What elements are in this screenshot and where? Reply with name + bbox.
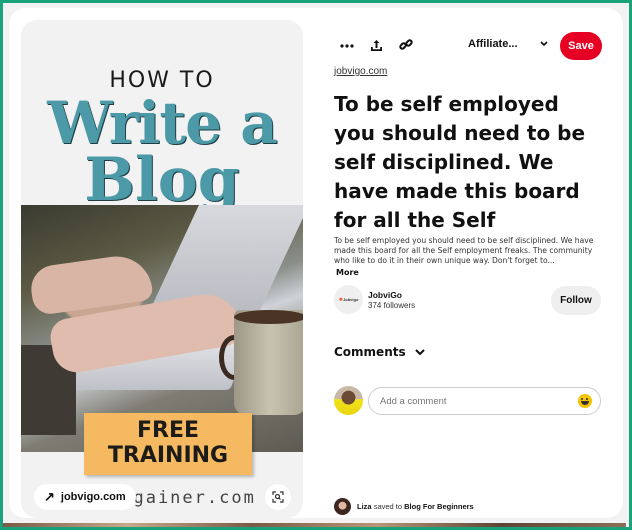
comments-heading: Comments <box>334 345 406 359</box>
chevron-down-icon <box>540 41 548 47</box>
lens-icon <box>272 491 284 503</box>
emoji-icon[interactable] <box>578 394 592 408</box>
source-link[interactable]: jobvigo.com <box>334 66 387 77</box>
pin-image[interactable]: HOW TO Write a Blog FREE TRAINING eygain… <box>21 20 303 518</box>
pin-title: To be self employed you should need to b… <box>334 92 586 232</box>
image-headline-line2: Blog <box>84 145 240 215</box>
mug-shape <box>234 310 303 415</box>
current-user-avatar <box>334 386 363 415</box>
board-select[interactable]: Affiliate... <box>468 38 518 50</box>
share-upload-icon <box>370 39 382 51</box>
creator-followers: 374 followers <box>368 301 416 310</box>
creator-avatar[interactable]: ❖ Jobvigo <box>334 285 363 314</box>
saved-by-row: Liza saved to Blog For Beginners <box>334 498 474 515</box>
comment-input[interactable] <box>380 395 578 407</box>
saved-action: saved to <box>373 502 403 511</box>
arrow-up-right-icon: ↗ <box>44 489 55 504</box>
more-options-button[interactable] <box>334 33 360 59</box>
taskbar-strip <box>3 523 626 527</box>
saved-board-link[interactable]: Blog For Beginners <box>404 502 474 511</box>
banner-line2: TRAINING <box>107 443 229 468</box>
saver-name[interactable]: Liza <box>357 502 372 511</box>
follow-button[interactable]: Follow <box>551 286 601 315</box>
image-source-label: jobvigo.com <box>60 491 126 503</box>
comments-toggle[interactable]: Comments <box>334 345 426 359</box>
comment-field[interactable] <box>368 387 601 415</box>
visual-search-button[interactable] <box>265 484 291 510</box>
pin-description: To be self employed you should need to b… <box>334 236 594 265</box>
save-button[interactable]: Save <box>560 32 602 60</box>
share-button[interactable] <box>363 32 389 58</box>
banner-line1: FREE <box>136 418 200 443</box>
more-button[interactable]: More <box>336 268 359 277</box>
board-select-chevron[interactable] <box>538 36 550 57</box>
saver-avatar[interactable] <box>334 498 351 515</box>
chevron-down-icon <box>414 349 425 356</box>
image-banner: FREE TRAINING <box>84 413 252 475</box>
link-icon <box>399 39 413 50</box>
copy-link-button[interactable] <box>393 32 419 58</box>
ellipsis-icon <box>340 44 354 48</box>
creator-avatar-text: Jobvigo <box>343 297 359 302</box>
image-source-link[interactable]: ↗ jobvigo.com <box>34 484 136 510</box>
creator-name[interactable]: JobviGo <box>368 290 402 300</box>
